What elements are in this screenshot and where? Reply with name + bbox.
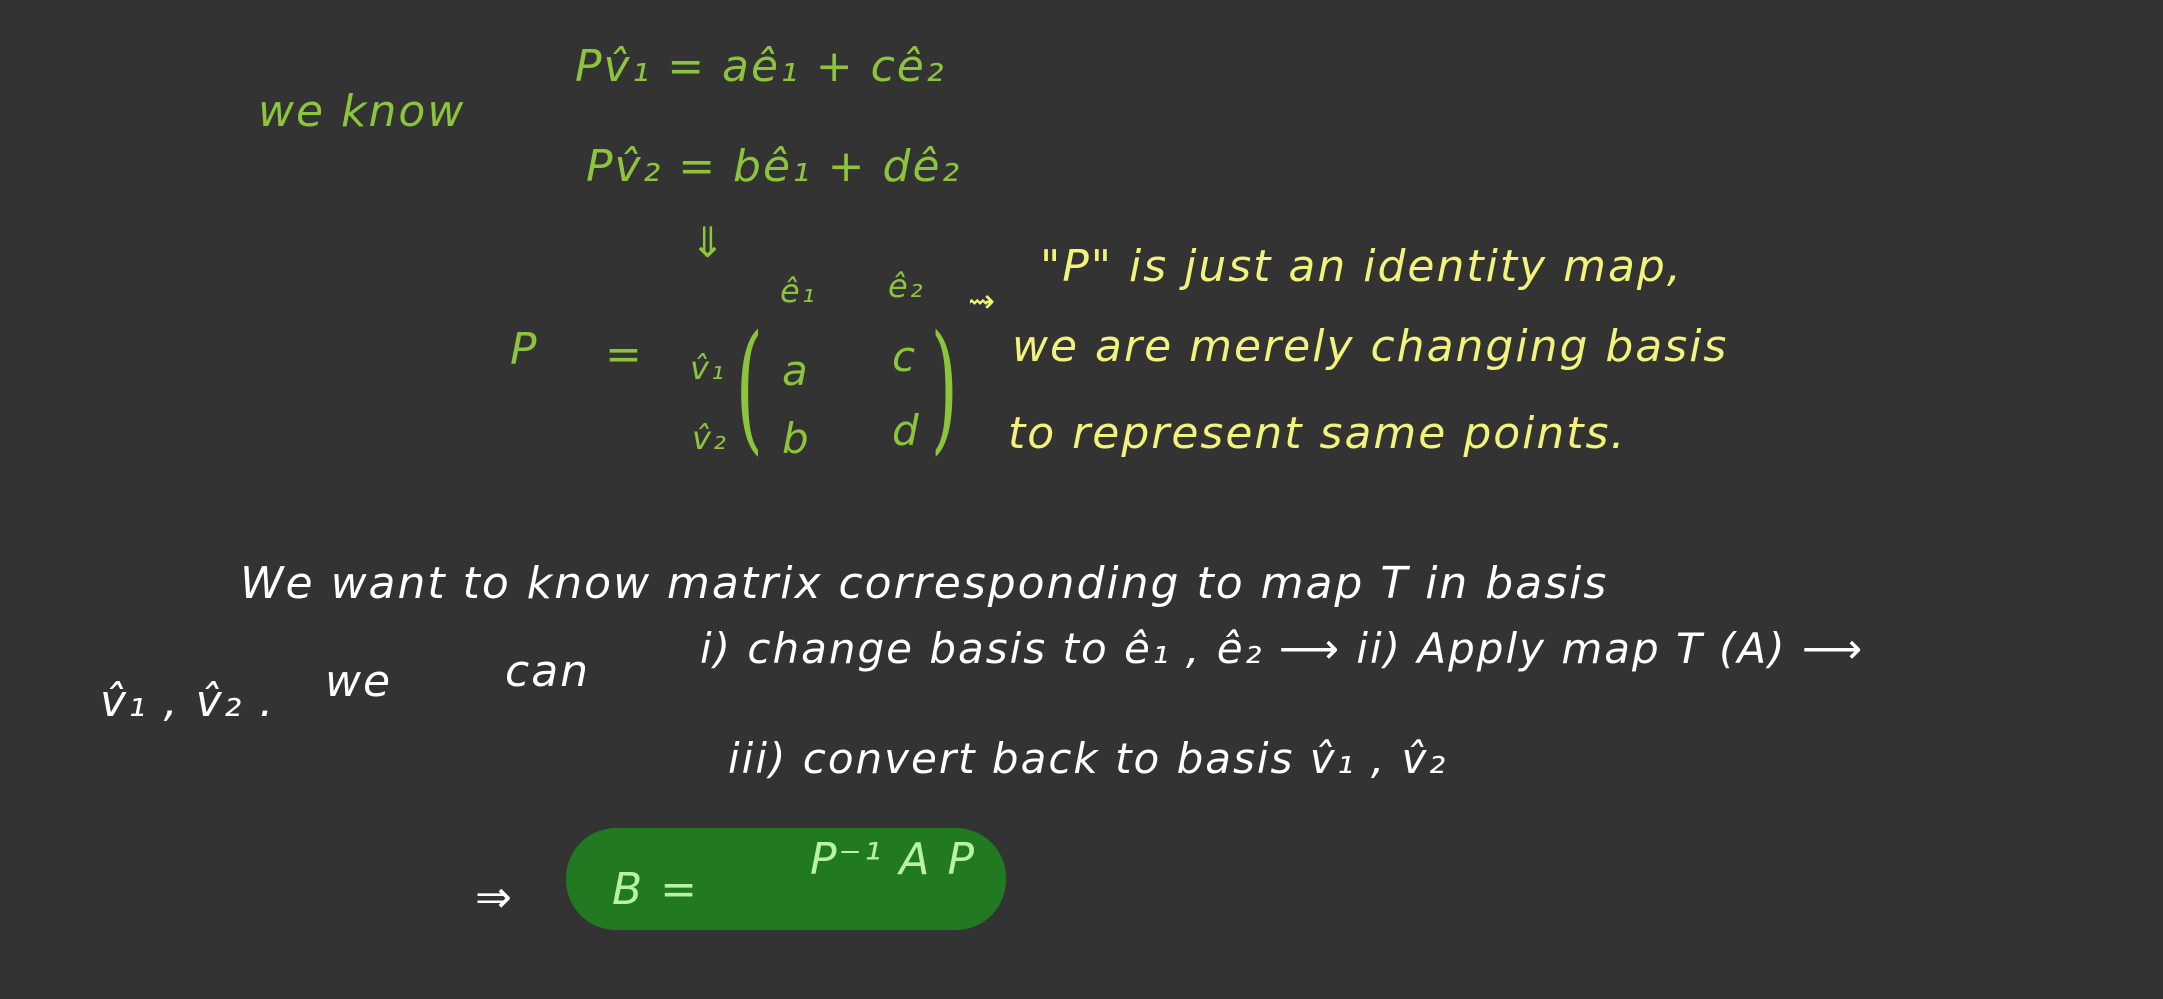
result-rhs: P⁻¹ A P [810, 834, 977, 885]
result-arrow: ⇒ [475, 872, 514, 923]
matrix-col-e2: ê₂ [888, 267, 925, 305]
matrix-entry-c: c [892, 332, 918, 381]
matrix-col-e1: ê₁ [780, 272, 817, 310]
basis-v-label: v̂₁ , v̂₂ . [100, 676, 276, 727]
matrix-right-paren: ) [930, 306, 958, 469]
equation-pv1: Pv̂₁ = aê₁ + cê₂ [575, 41, 946, 92]
step-three-line: iii) convert back to basis v̂₁ , v̂₂ [728, 734, 1448, 783]
down-arrow: ⇓ [690, 218, 728, 267]
matrix-entry-a: a [782, 346, 810, 395]
matrix-entry-b: b [782, 414, 811, 463]
whiteboard-canvas: we know Pv̂₁ = aê₁ + cê₂ Pv̂₂ = bê₁ + dê… [0, 0, 2163, 999]
equation-pv2: Pv̂₂ = bê₁ + dê₂ [586, 141, 962, 192]
matrix-row-v2: v̂₂ [692, 419, 728, 457]
matrix-p-label: P [510, 324, 539, 375]
goal-line: We want to know matrix corresponding to … [240, 558, 1609, 609]
known-heading: we know [258, 86, 466, 137]
result-lhs: B = [612, 864, 700, 915]
we-label: we [325, 656, 393, 707]
steps-line: i) change basis to ê₁ , ê₂ ⟶ ii) Apply m… [700, 624, 1865, 673]
matrix-equals: = [605, 329, 644, 380]
matrix-entry-d: d [892, 406, 921, 455]
matrix-left-paren: ( [735, 306, 763, 469]
can-label: can [505, 646, 591, 697]
remark-line-3: to represent same points. [1008, 408, 1627, 459]
matrix-row-v1: v̂₁ [690, 349, 726, 387]
remark-arrow: ⇝ [968, 282, 997, 320]
remark-line-1: "P" is just an identity map, [1040, 241, 1683, 292]
remark-line-2: we are merely changing basis [1012, 321, 1729, 372]
